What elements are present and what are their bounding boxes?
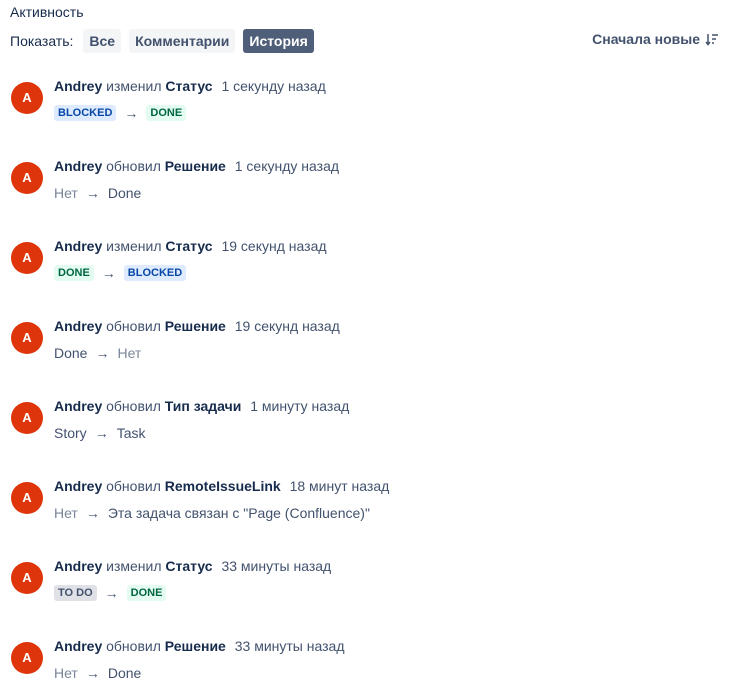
- history-item-header: Andrey обновил Тип задачи 1 минуту назад: [54, 398, 349, 414]
- change-values: BLOCKED → DONE: [54, 105, 187, 121]
- history-item: A Andrey изменил Статус 19 секунд назад …: [11, 238, 711, 298]
- filter-label: Показать:: [10, 33, 74, 49]
- value-to: Task: [116, 425, 146, 441]
- value-from: Нет: [54, 505, 78, 521]
- filter-all-button[interactable]: Все: [83, 29, 122, 53]
- history-item-header: Andrey обновил Решение 1 секунду назад: [54, 158, 339, 174]
- user-name[interactable]: Andrey: [54, 558, 102, 574]
- status-lozenge-to: BLOCKED: [123, 265, 187, 281]
- action-text: обновил: [106, 158, 161, 174]
- value-to: Нет: [117, 345, 142, 361]
- timestamp[interactable]: 1 секунду назад: [235, 158, 339, 174]
- action-text: обновил: [106, 478, 161, 494]
- value-from: Story: [54, 425, 87, 441]
- filter-comments-button[interactable]: Комментарии: [129, 29, 236, 53]
- action-text: обновил: [106, 398, 161, 414]
- history-item-header: Andrey обновил Решение 33 минуты назад: [54, 638, 345, 654]
- avatar[interactable]: A: [11, 322, 43, 354]
- history-item-header: Andrey изменил Статус 19 секунд назад: [54, 238, 327, 254]
- field-name: RemoteIssueLink: [164, 478, 281, 494]
- change-values: Нет → Эта задача связан с "Page (Conflue…: [54, 505, 370, 521]
- history-item-header: Andrey обновил Решение 19 секунд назад: [54, 318, 340, 334]
- avatar[interactable]: A: [11, 82, 43, 114]
- user-name[interactable]: Andrey: [54, 638, 102, 654]
- timestamp[interactable]: 1 секунду назад: [221, 78, 325, 94]
- history-item: A Andrey обновил Решение 1 секунду назад…: [11, 158, 711, 218]
- change-values: DONE → BLOCKED: [54, 265, 187, 281]
- history-item-header: Andrey изменил Статус 33 минуты назад: [54, 558, 331, 574]
- arrow-icon: →: [104, 585, 119, 601]
- change-values: Done → Нет: [54, 345, 141, 361]
- avatar[interactable]: A: [11, 642, 43, 674]
- change-values: Story → Task: [54, 425, 145, 441]
- user-name[interactable]: Andrey: [54, 478, 102, 494]
- value-from: Done: [54, 345, 88, 361]
- arrow-icon: →: [101, 265, 116, 281]
- change-values: Нет → Done: [54, 185, 141, 201]
- field-name: Решение: [164, 318, 226, 334]
- arrow-icon: →: [94, 425, 109, 441]
- activity-panel: Активность Показать: Все Комментарии Ист…: [0, 0, 753, 700]
- change-values: Нет → Done: [54, 665, 141, 681]
- history-item: A Andrey обновил Тип задачи 1 минуту наз…: [11, 398, 711, 458]
- filter-history-button[interactable]: История: [243, 29, 314, 53]
- user-name[interactable]: Andrey: [54, 398, 102, 414]
- action-text: изменил: [106, 78, 162, 94]
- avatar[interactable]: A: [11, 482, 43, 514]
- history-item: A Andrey обновил RemoteIssueLink 18 мину…: [11, 478, 711, 538]
- field-name: Статус: [165, 238, 213, 254]
- field-name: Решение: [164, 638, 226, 654]
- field-name: Статус: [165, 78, 213, 94]
- action-text: изменил: [106, 238, 162, 254]
- arrow-icon: →: [124, 105, 139, 121]
- arrow-icon: →: [85, 505, 100, 521]
- avatar[interactable]: A: [11, 162, 43, 194]
- history-item: A Andrey изменил Статус 1 секунду назад …: [11, 78, 711, 138]
- history-item: A Andrey изменил Статус 33 минуты назад …: [11, 558, 711, 618]
- change-values: TO DO → DONE: [54, 585, 167, 601]
- user-name[interactable]: Andrey: [54, 158, 102, 174]
- sort-order-button[interactable]: Сначала новые: [592, 31, 719, 47]
- timestamp[interactable]: 18 минут назад: [290, 478, 390, 494]
- status-lozenge-from: TO DO: [54, 585, 97, 601]
- history-item-header: Andrey изменил Статус 1 секунду назад: [54, 78, 326, 94]
- action-text: изменил: [106, 558, 162, 574]
- value-to: Done: [107, 185, 142, 201]
- status-lozenge-from: BLOCKED: [54, 105, 117, 121]
- timestamp[interactable]: 33 минуты назад: [221, 558, 331, 574]
- status-lozenge-from: DONE: [54, 265, 94, 281]
- field-name: Статус: [165, 558, 213, 574]
- timestamp[interactable]: 1 минуту назад: [250, 398, 349, 414]
- user-name[interactable]: Andrey: [54, 78, 102, 94]
- value-from: Нет: [54, 665, 78, 681]
- field-name: Решение: [164, 158, 226, 174]
- field-name: Тип задачи: [164, 398, 242, 414]
- avatar[interactable]: A: [11, 402, 43, 434]
- history-item: A Andrey обновил Решение 33 минуты назад…: [11, 638, 711, 698]
- status-lozenge-to: DONE: [126, 585, 167, 601]
- arrow-icon: →: [95, 345, 110, 361]
- timestamp[interactable]: 19 секунд назад: [221, 238, 326, 254]
- activity-title: Активность: [10, 4, 84, 20]
- sort-label: Сначала новые: [592, 31, 700, 47]
- user-name[interactable]: Andrey: [54, 318, 102, 334]
- status-lozenge-to: DONE: [146, 105, 187, 121]
- user-name[interactable]: Andrey: [54, 238, 102, 254]
- action-text: обновил: [106, 638, 161, 654]
- history-item-header: Andrey обновил RemoteIssueLink 18 минут …: [54, 478, 389, 494]
- avatar[interactable]: A: [11, 242, 43, 274]
- value-to: Done: [107, 665, 142, 681]
- action-text: обновил: [106, 318, 161, 334]
- avatar[interactable]: A: [11, 562, 43, 594]
- timestamp[interactable]: 33 минуты назад: [235, 638, 345, 654]
- arrow-icon: →: [85, 185, 100, 201]
- arrow-icon: →: [85, 665, 100, 681]
- value-to: Эта задача связан с "Page (Confluence)": [107, 505, 370, 521]
- filter-bar: Показать: Все Комментарии История: [10, 29, 322, 53]
- sort-descending-icon: [705, 34, 718, 46]
- timestamp[interactable]: 19 секунд назад: [235, 318, 340, 334]
- value-from: Нет: [54, 185, 78, 201]
- history-item: A Andrey обновил Решение 19 секунд назад…: [11, 318, 711, 378]
